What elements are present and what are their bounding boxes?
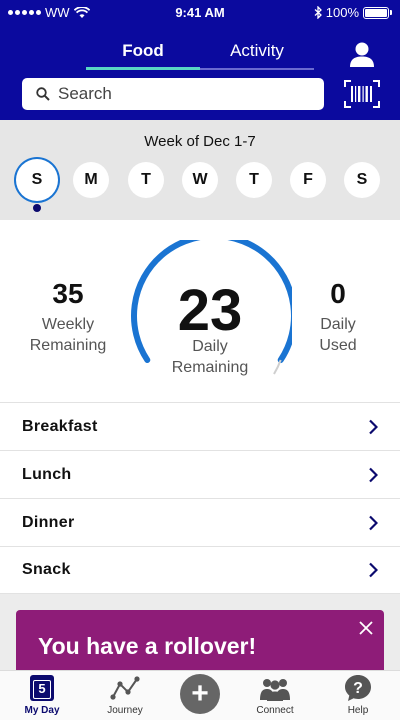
profile-icon[interactable]	[348, 40, 376, 68]
chevron-right-icon	[369, 515, 378, 530]
daily-remaining-label: Daily Remaining	[171, 338, 249, 376]
nav-help[interactable]: ? Help	[328, 671, 388, 720]
tab-active-indicator	[86, 67, 200, 70]
nav-label: Help	[347, 705, 369, 716]
weekly-remaining: 35 Weekly Remaining	[18, 278, 118, 356]
svg-text:?: ?	[353, 680, 363, 697]
day-friday[interactable]: F	[290, 162, 326, 198]
meal-label: Lunch	[22, 465, 72, 483]
status-right: 100%	[314, 5, 392, 20]
day-thursday[interactable]: T	[236, 162, 272, 198]
day-sunday[interactable]: S	[19, 162, 55, 198]
search-bar[interactable]	[22, 78, 324, 110]
meal-row-breakfast[interactable]: Breakfast	[0, 402, 400, 450]
meal-row-dinner[interactable]: Dinner	[0, 498, 400, 546]
meal-label: Breakfast	[22, 417, 98, 435]
bluetooth-icon	[314, 6, 322, 19]
food-activity-tabs: Food Activity	[86, 38, 314, 70]
nav-journey[interactable]: Journey	[95, 671, 155, 720]
barcode-scan-icon[interactable]	[344, 80, 380, 108]
nav-connect[interactable]: Connect	[245, 671, 305, 720]
header: WW 9:41 AM 100% Food Activity	[0, 0, 400, 120]
daily-remaining-value: 23	[177, 278, 243, 343]
status-bar: WW 9:41 AM 100%	[0, 0, 400, 26]
day-saturday[interactable]: S	[344, 162, 380, 198]
weekly-remaining-value: 35	[52, 278, 84, 309]
meal-label: Dinner	[22, 513, 75, 531]
week-selector: Week of Dec 1-7 S M T W T F S	[0, 120, 400, 220]
points-summary: 35 Weekly Remaining 23 Daily Remaining 0…	[0, 220, 400, 402]
chevron-right-icon	[369, 562, 378, 578]
battery-percent: 100%	[325, 5, 359, 20]
rollover-banner[interactable]: You have a rollover!	[16, 610, 384, 670]
day-tuesday[interactable]: T	[128, 162, 164, 198]
nav-label: My Day	[24, 705, 60, 716]
search-icon	[36, 87, 50, 101]
battery-icon	[363, 6, 389, 19]
tab-activity[interactable]: Activity	[200, 38, 314, 70]
people-icon	[260, 679, 290, 701]
daily-used: 0 Daily Used	[288, 278, 388, 356]
weekly-remaining-label: Weekly Remaining	[29, 316, 107, 354]
journey-icon	[110, 676, 140, 700]
close-icon[interactable]	[356, 618, 376, 638]
nav-label: Journey	[107, 705, 143, 716]
meal-row-lunch[interactable]: Lunch	[0, 450, 400, 498]
daily-used-label: Daily Used	[319, 316, 357, 354]
help-icon: ?	[345, 675, 371, 701]
nav-label: Connect	[256, 705, 294, 716]
today-indicator-dot	[33, 204, 41, 212]
search-input[interactable]	[58, 84, 298, 104]
meal-row-snack[interactable]: Snack	[0, 546, 400, 594]
rollover-banner-text: You have a rollover!	[38, 633, 257, 659]
meal-label: Snack	[22, 561, 71, 578]
week-title: Week of Dec 1-7	[144, 133, 256, 150]
nav-my-day[interactable]: 5 My Day	[12, 671, 72, 720]
chevron-right-icon	[369, 419, 378, 434]
chevron-right-icon	[369, 467, 378, 482]
plus-icon: +	[191, 677, 209, 710]
battery-cap	[390, 10, 392, 15]
day-list: S M T W T F S	[0, 162, 400, 198]
calendar-icon: 5	[30, 675, 54, 701]
app-screen: WW 9:41 AM 100% Food Activity Search Wee…	[0, 0, 400, 720]
meal-list: Breakfast Lunch Dinner Snack	[0, 402, 400, 594]
day-wednesday[interactable]: W	[182, 162, 218, 198]
day-monday[interactable]: M	[73, 162, 109, 198]
daily-used-value: 0	[330, 278, 346, 309]
tab-food[interactable]: Food	[86, 38, 200, 70]
add-button[interactable]: +	[180, 674, 220, 714]
